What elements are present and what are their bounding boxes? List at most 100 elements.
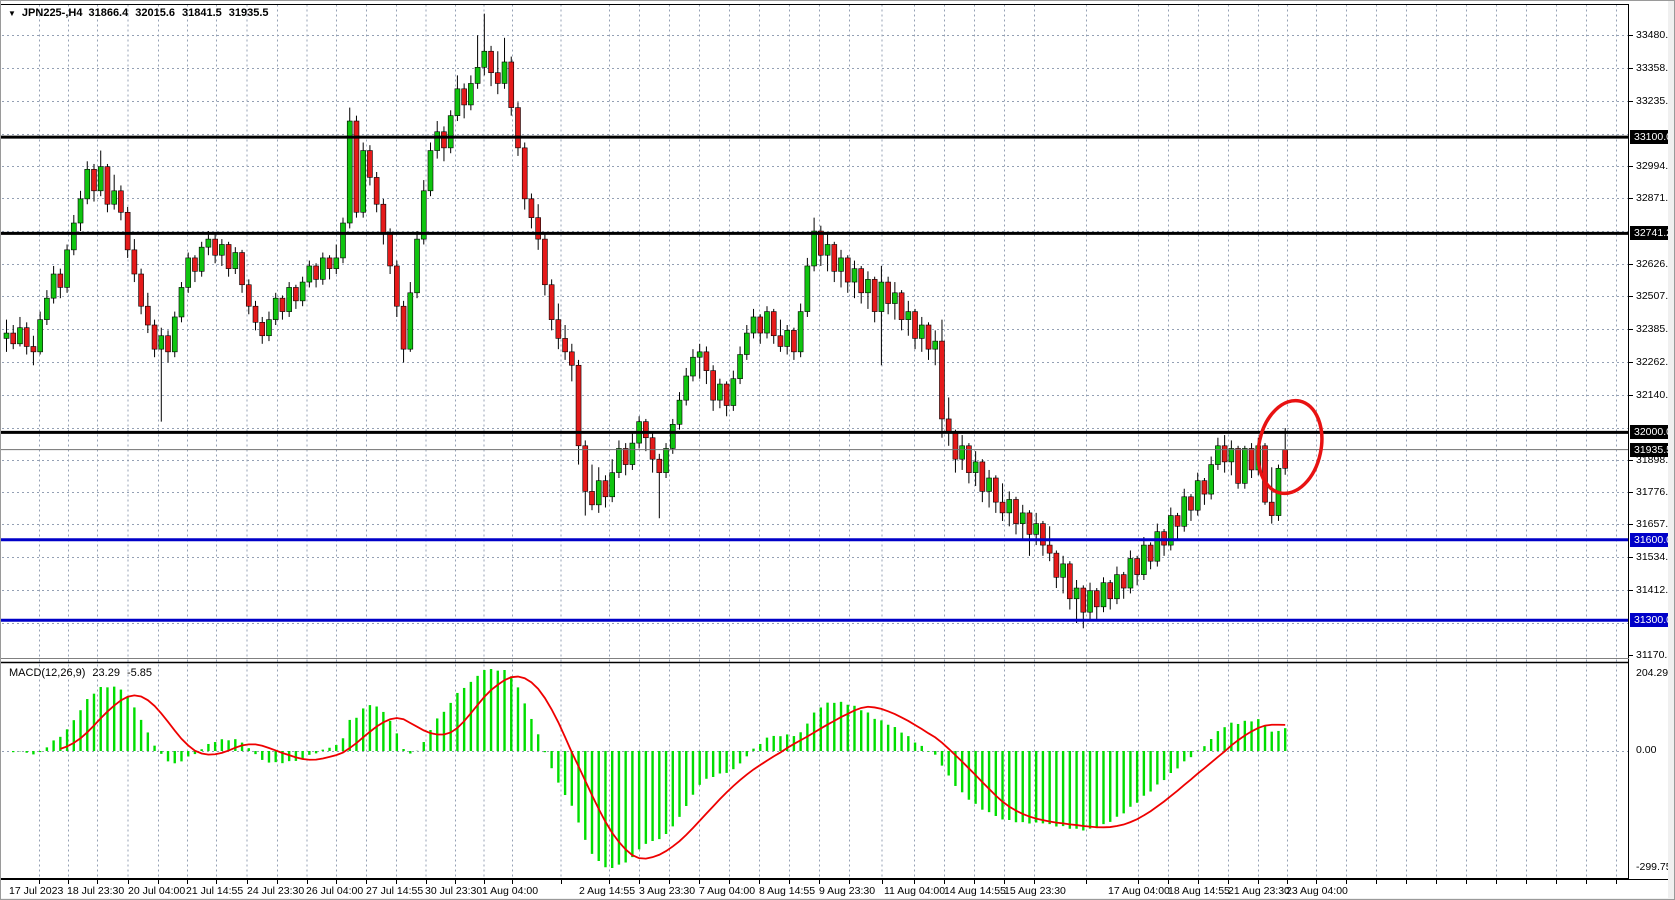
time-tick-mark — [1556, 880, 1557, 884]
time-axis-label: 18 Aug 14:55 — [1168, 885, 1230, 897]
time-tick-mark — [974, 880, 975, 884]
candle — [361, 142, 366, 217]
time-tick-mark — [1168, 880, 1169, 884]
price-tick-mark — [1629, 524, 1633, 525]
price-axis[interactable]: 33480.533358.033235.532994.032871.532626… — [1629, 1, 1668, 879]
price-tick-mark — [1629, 362, 1633, 363]
time-tick-mark — [1228, 880, 1229, 884]
price-tick-mark — [1629, 395, 1633, 396]
candle — [509, 57, 514, 116]
time-tick-mark — [128, 880, 129, 884]
time-tick-mark — [1616, 880, 1617, 884]
ohlc-high: 32015.6 — [135, 7, 175, 19]
candle — [1236, 446, 1241, 489]
candle — [664, 443, 669, 478]
time-axis-label: 3 Aug 23:30 — [639, 885, 695, 897]
time-axis-label: 23 Aug 04:00 — [1286, 885, 1348, 897]
time-tick-mark — [1086, 880, 1087, 884]
price-tick-mark — [1629, 68, 1633, 69]
time-tick-mark — [789, 880, 790, 884]
macd-value: 23.29 — [92, 667, 120, 679]
time-tick-mark — [609, 880, 610, 884]
time-axis-label: 1 Aug 04:00 — [482, 885, 538, 897]
ohlc-low: 31841.5 — [182, 7, 222, 19]
time-tick-mark — [759, 880, 760, 884]
candle — [408, 282, 413, 352]
candle — [1263, 443, 1268, 505]
time-tick-mark — [396, 880, 397, 884]
time-tick-mark — [39, 880, 40, 884]
symbol-name[interactable]: JPN225-,H4 — [22, 7, 83, 19]
candle — [515, 102, 520, 156]
time-tick-mark — [336, 880, 337, 884]
price-tick-mark — [1629, 296, 1633, 297]
candle — [428, 142, 433, 196]
time-tick-mark — [68, 880, 69, 884]
time-tick-mark — [849, 880, 850, 884]
time-axis-label: 7 Aug 04:00 — [699, 885, 755, 897]
candle — [805, 258, 810, 317]
time-tick-mark — [1406, 880, 1407, 884]
time-tick-mark — [277, 880, 278, 884]
time-tick-mark — [455, 880, 456, 884]
candle — [172, 312, 177, 358]
time-axis-label: 24 Jul 23:30 — [247, 885, 304, 897]
candle — [347, 108, 352, 229]
price-tick-mark — [1629, 35, 1633, 36]
macd-indicator-label: MACD(12,26,9) 23.29 -5.85 — [9, 667, 152, 679]
time-tick-mark — [1034, 880, 1035, 884]
time-tick-mark — [1316, 880, 1317, 884]
candle — [199, 242, 204, 277]
time-axis-label: 15 Aug 23:30 — [1004, 885, 1066, 897]
symbol-dropdown-icon[interactable]: ▼ — [8, 9, 16, 18]
time-tick-mark — [366, 880, 367, 884]
candle — [186, 253, 191, 293]
window-edge-right — [1668, 1, 1675, 900]
time-axis-label: 30 Jul 23:30 — [425, 885, 482, 897]
time-tick-mark — [1287, 880, 1288, 884]
time-tick-mark — [1466, 880, 1467, 884]
time-axis-label: 21 Jul 14:55 — [186, 885, 243, 897]
time-tick-mark — [216, 880, 217, 884]
time-tick-mark — [561, 880, 562, 884]
macd-name: MACD(12,26,9) — [9, 667, 85, 679]
price-tick-mark — [1629, 557, 1633, 558]
candle — [65, 244, 70, 292]
time-tick-mark — [1198, 880, 1199, 884]
time-tick-mark — [669, 880, 670, 884]
time-tick-mark — [1138, 880, 1139, 884]
candle — [354, 116, 359, 218]
candle — [798, 304, 803, 358]
time-tick-mark — [158, 880, 159, 884]
time-axis-label: 26 Jul 04:00 — [306, 885, 363, 897]
ohlc-close: 31935.5 — [229, 7, 269, 19]
time-tick-mark — [97, 880, 98, 884]
ohlc-open: 31866.4 — [88, 7, 128, 19]
time-tick-mark — [699, 880, 700, 884]
time-tick-mark — [484, 880, 485, 884]
price-tick-mark — [1629, 329, 1633, 330]
time-axis[interactable]: 17 Jul 202318 Jul 23:3020 Jul 04:0021 Ju… — [1, 879, 1675, 900]
time-axis-label: 17 Jul 2023 — [9, 885, 63, 897]
time-tick-mark — [247, 880, 248, 884]
time-tick-mark — [1346, 880, 1347, 884]
chart-plot-area[interactable] — [1, 1, 1629, 879]
time-tick-mark — [426, 880, 427, 884]
time-axis-label: 11 Aug 04:00 — [884, 885, 945, 897]
candle — [341, 218, 346, 264]
candle — [287, 282, 292, 317]
candle — [415, 231, 420, 298]
time-axis-label: 9 Aug 23:30 — [819, 885, 875, 897]
time-axis-label: 17 Aug 04:00 — [1108, 885, 1170, 897]
time-tick-mark — [1436, 880, 1437, 884]
macd-signal-value: -5.85 — [127, 667, 152, 679]
candle — [670, 419, 675, 454]
price-tick-mark — [1629, 492, 1633, 493]
time-tick-mark — [187, 880, 188, 884]
price-tick-mark — [1629, 655, 1633, 656]
time-tick-mark — [639, 880, 640, 884]
candle — [1101, 577, 1106, 612]
time-tick-mark — [1526, 880, 1527, 884]
candle — [179, 282, 184, 322]
candle — [1242, 446, 1247, 489]
